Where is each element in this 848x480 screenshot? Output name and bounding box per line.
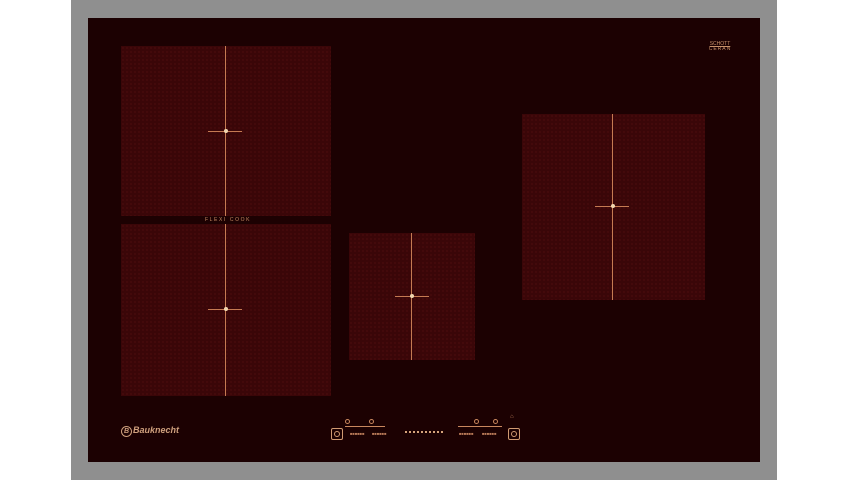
zone-indicator-icon	[345, 419, 350, 424]
timer-label-right-2: ■■■■■■	[482, 431, 497, 436]
lock-icon[interactable]: ⌂	[510, 414, 514, 420]
timer-label-left-2: ■■■■■■	[372, 431, 387, 436]
ceran-text: CERAN	[708, 46, 732, 52]
zone-center-dot	[611, 204, 615, 208]
power-level-slider[interactable]	[405, 431, 443, 433]
zone-center-dot	[224, 307, 228, 311]
power-button-left[interactable]	[331, 428, 343, 440]
zone-indicator-icon	[369, 419, 374, 424]
zone-indicator-icon	[493, 419, 498, 424]
schott-ceran-logo: SCHOTT CERAN	[707, 42, 733, 52]
zone-center-dot	[410, 294, 414, 298]
timer-label-right: ■■■■■■	[459, 431, 474, 436]
control-marking	[345, 426, 385, 427]
zone-indicator-icon	[474, 419, 479, 424]
brand-name: Bauknecht	[133, 425, 180, 435]
power-button-right[interactable]	[508, 428, 520, 440]
zone-center-dot	[224, 129, 228, 133]
logo-b-icon: B	[121, 426, 132, 437]
control-marking	[458, 426, 502, 427]
flexi-cook-label: FLEXI COOK	[205, 217, 252, 223]
bauknecht-logo: B Bauknecht	[121, 425, 179, 437]
timer-label-left: ■■■■■■	[350, 431, 365, 436]
